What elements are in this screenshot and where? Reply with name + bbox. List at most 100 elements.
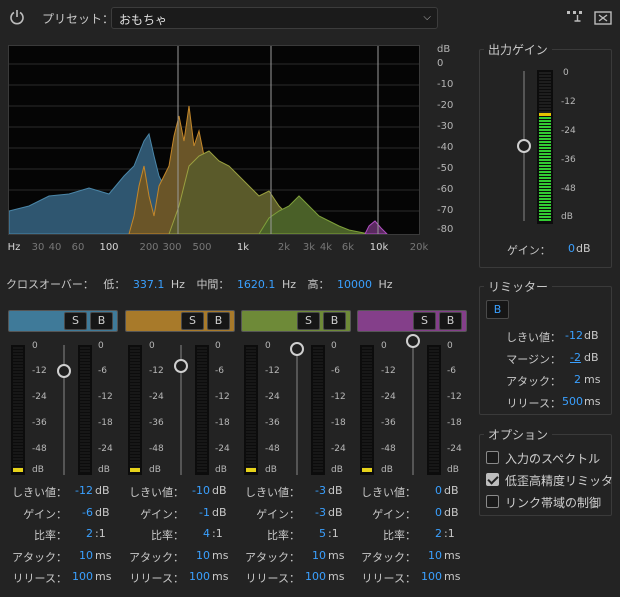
- band-solo-button[interactable]: S: [297, 312, 320, 330]
- band-threshold-value[interactable]: 0: [418, 484, 442, 497]
- input-spectrum-label[interactable]: 入力のスペクトル: [505, 450, 600, 467]
- hz-tick: 300: [162, 242, 182, 253]
- output-gain-knob[interactable]: [517, 139, 531, 153]
- band-threshold-value[interactable]: -12: [69, 484, 93, 497]
- band-gain-value[interactable]: -6: [69, 506, 93, 519]
- band-gain-value[interactable]: -1: [186, 506, 210, 519]
- limiter-title: リミッター: [484, 278, 553, 295]
- band-ratio-label: 比率：: [34, 529, 67, 542]
- band-threshold-knob[interactable]: [174, 359, 188, 373]
- limiter-margin-value[interactable]: -2: [570, 351, 581, 364]
- band-ratio-value[interactable]: 2: [69, 527, 93, 540]
- db-tick: -70: [437, 205, 454, 216]
- input-spectrum-checkbox[interactable]: [486, 451, 499, 464]
- band-meter-level: [13, 468, 23, 472]
- spectrum-db-scale: dB 0 -10 -20 -30 -40 -50 -60 -70 -80: [420, 44, 460, 235]
- band-ratio-value[interactable]: 5: [302, 527, 326, 540]
- scale-tick: 0: [98, 341, 104, 351]
- output-meter-level: [539, 114, 551, 222]
- power-icon[interactable]: [9, 9, 25, 25]
- hz-tick: 6k: [341, 242, 355, 253]
- crossover-mid-value[interactable]: 1620.1: [237, 278, 276, 291]
- low-distortion-limiter-checkbox[interactable]: [486, 473, 499, 486]
- link-band-control-checkbox[interactable]: [486, 495, 499, 508]
- link-band-control-label[interactable]: リンク帯域の制御: [505, 494, 601, 511]
- band-gain-reduction-meter: [195, 345, 209, 475]
- band-threshold-unit: dB: [328, 484, 343, 497]
- band-threshold-track[interactable]: [296, 345, 298, 475]
- limiter-bypass-button[interactable]: B: [486, 300, 509, 319]
- scale-tick: -24: [381, 392, 396, 402]
- scale-tick: -18: [215, 418, 230, 428]
- band-threshold-label: しきい値：: [129, 486, 184, 499]
- band-input-meter: [128, 345, 142, 475]
- band-attack-value[interactable]: 10: [302, 549, 326, 562]
- band-ratio-value[interactable]: 2: [418, 527, 442, 540]
- band-attack-value[interactable]: 10: [418, 549, 442, 562]
- band-gain-unit: dB: [212, 505, 227, 519]
- band-threshold-value[interactable]: -3: [302, 484, 326, 497]
- spectrum-display[interactable]: [8, 45, 420, 235]
- band-meter-level: [246, 468, 256, 472]
- scale-tick: dB: [331, 465, 343, 475]
- scale-tick: -36: [32, 418, 47, 428]
- low-distortion-limiter-label[interactable]: 低歪高精度リミッタ: [505, 472, 613, 489]
- band-attack-value[interactable]: 10: [69, 549, 93, 562]
- band-ratio-value[interactable]: 4: [186, 527, 210, 540]
- band-release-unit: ms: [95, 570, 112, 583]
- band-ratio-unit: :1: [95, 527, 106, 540]
- crossover-high-value[interactable]: 10000: [337, 278, 372, 291]
- scale-tick: 0: [265, 341, 271, 351]
- band-gain-value[interactable]: -3: [302, 506, 326, 519]
- preset-value: おもちゃ: [119, 13, 168, 27]
- limiter-threshold-label: しきい値：: [506, 331, 561, 344]
- output-gain-value[interactable]: 0: [568, 242, 575, 255]
- band-solo-button[interactable]: S: [181, 312, 204, 330]
- band-bypass-button[interactable]: B: [90, 312, 113, 330]
- limiter-release-unit: ms: [584, 395, 601, 408]
- band-solo-button[interactable]: S: [64, 312, 87, 330]
- limiter-threshold-value[interactable]: -12: [565, 329, 583, 342]
- band-bypass-button[interactable]: B: [439, 312, 462, 330]
- band-threshold-knob[interactable]: [57, 364, 71, 378]
- band-release-value[interactable]: 100: [186, 570, 210, 583]
- scale-tick: -48: [381, 444, 396, 454]
- band-3: S B 0 -12 -24 -36 -48 dB 0 -6 -12 -18 -24 dB しきい値： -3 dB…: [240, 310, 353, 595]
- scale-tick: -18: [447, 418, 462, 428]
- band-bypass-button[interactable]: B: [323, 312, 346, 330]
- db-tick: dB: [437, 44, 451, 55]
- band-gain-label: ゲイン：: [256, 507, 300, 521]
- preset-dropdown[interactable]: おもちゃ ⌵: [111, 7, 438, 29]
- limiter-attack-value[interactable]: 2: [574, 373, 581, 386]
- band-gain-label: ゲイン：: [23, 507, 67, 521]
- db-tick: -10: [437, 79, 454, 90]
- band-attack-unit: ms: [212, 548, 229, 562]
- band-attack-label: アタック：: [361, 550, 416, 564]
- band-ratio-label: 比率：: [383, 529, 416, 542]
- limiter-margin-label: マージン：: [506, 353, 561, 366]
- top-bar: プリセット： おもちゃ ⌵: [0, 0, 620, 34]
- crossover-low-value[interactable]: 337.1: [133, 278, 165, 291]
- limiter-margin-unit: dB: [584, 351, 599, 364]
- reset-icon[interactable]: [594, 10, 612, 26]
- band-gain-reduction-meter: [311, 345, 325, 475]
- scale-tick: -12: [331, 392, 346, 402]
- band-attack-value[interactable]: 10: [186, 549, 210, 562]
- routing-icon[interactable]: [566, 9, 584, 25]
- band-threshold-knob[interactable]: [290, 341, 304, 356]
- band-solo-button[interactable]: S: [413, 312, 436, 330]
- limiter-release-value[interactable]: 500: [562, 395, 583, 408]
- band-threshold-value[interactable]: -10: [186, 484, 210, 497]
- band-gain-value[interactable]: 0: [418, 506, 442, 519]
- band-release-value[interactable]: 100: [302, 570, 326, 583]
- band-threshold-track[interactable]: [412, 345, 414, 475]
- scale-tick: -24: [98, 444, 113, 454]
- scale-tick: -18: [98, 418, 113, 428]
- band-release-value[interactable]: 100: [418, 570, 442, 583]
- limiter-attack-unit: ms: [584, 373, 601, 386]
- band-bypass-button[interactable]: B: [207, 312, 230, 330]
- crossover-unit: Hz: [170, 278, 185, 291]
- band-release-value[interactable]: 100: [69, 570, 93, 583]
- scale-tick: -24: [149, 392, 164, 402]
- band-threshold-knob[interactable]: [406, 334, 420, 348]
